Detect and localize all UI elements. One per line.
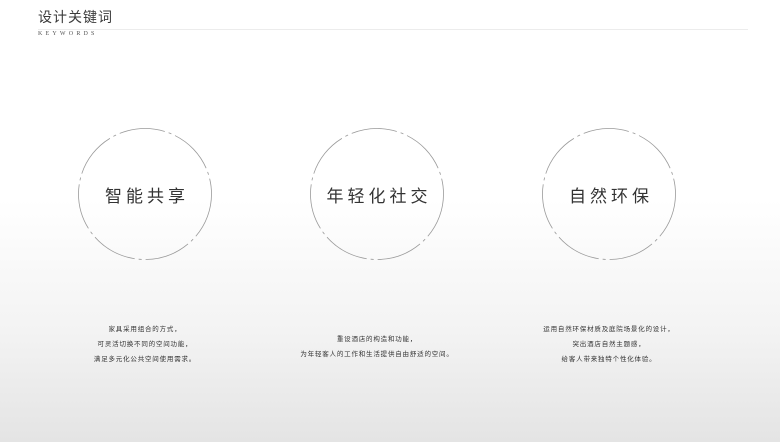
description-line: 突出酒店自然主题感， xyxy=(572,340,646,348)
description-line: 运用自然环保材质及庭院场景化的设计， xyxy=(543,325,675,333)
description-line: 可灵活切换不同的空间功能， xyxy=(97,340,193,348)
header-divider xyxy=(38,29,748,30)
description-line: 重设酒店的构造和功能， xyxy=(336,335,418,343)
keyword-description-young-social: 重设酒店的构造和功能， 为年轻客人的工作和生活提供自由舒适的空间。 xyxy=(262,332,492,362)
description-line: 家具采用组合的方式， xyxy=(108,325,182,333)
keyword-circle-young-social: 年轻化社交 xyxy=(309,127,445,261)
slide-header: 设计关键词 KEYWORDS xyxy=(38,9,113,37)
description-line: 满足多元化公共空间使用需求。 xyxy=(93,355,197,363)
keyword-description-smart-sharing: 家具采用组合的方式， 可灵活切换不同的空间功能， 满足多元化公共空间使用需求。 xyxy=(30,322,260,367)
keyword-label: 年轻化社交 xyxy=(326,186,432,207)
keyword-label: 智能共享 xyxy=(105,186,189,207)
keyword-circle-eco-friendly: 自然环保 xyxy=(541,127,677,261)
keyword-description-eco-friendly: 运用自然环保材质及庭院场景化的设计， 突出酒店自然主题感， 给客人带来独特个性化… xyxy=(494,322,724,367)
keyword-circle-smart-sharing: 智能共享 xyxy=(77,127,213,261)
page-subtitle: KEYWORDS xyxy=(38,31,98,37)
description-line: 为年轻客人的工作和生活提供自由舒适的空间。 xyxy=(300,350,454,358)
description-line: 给客人带来独特个性化体验。 xyxy=(561,355,657,363)
keyword-label: 自然环保 xyxy=(569,186,653,207)
page-title: 设计关键词 xyxy=(38,10,113,26)
